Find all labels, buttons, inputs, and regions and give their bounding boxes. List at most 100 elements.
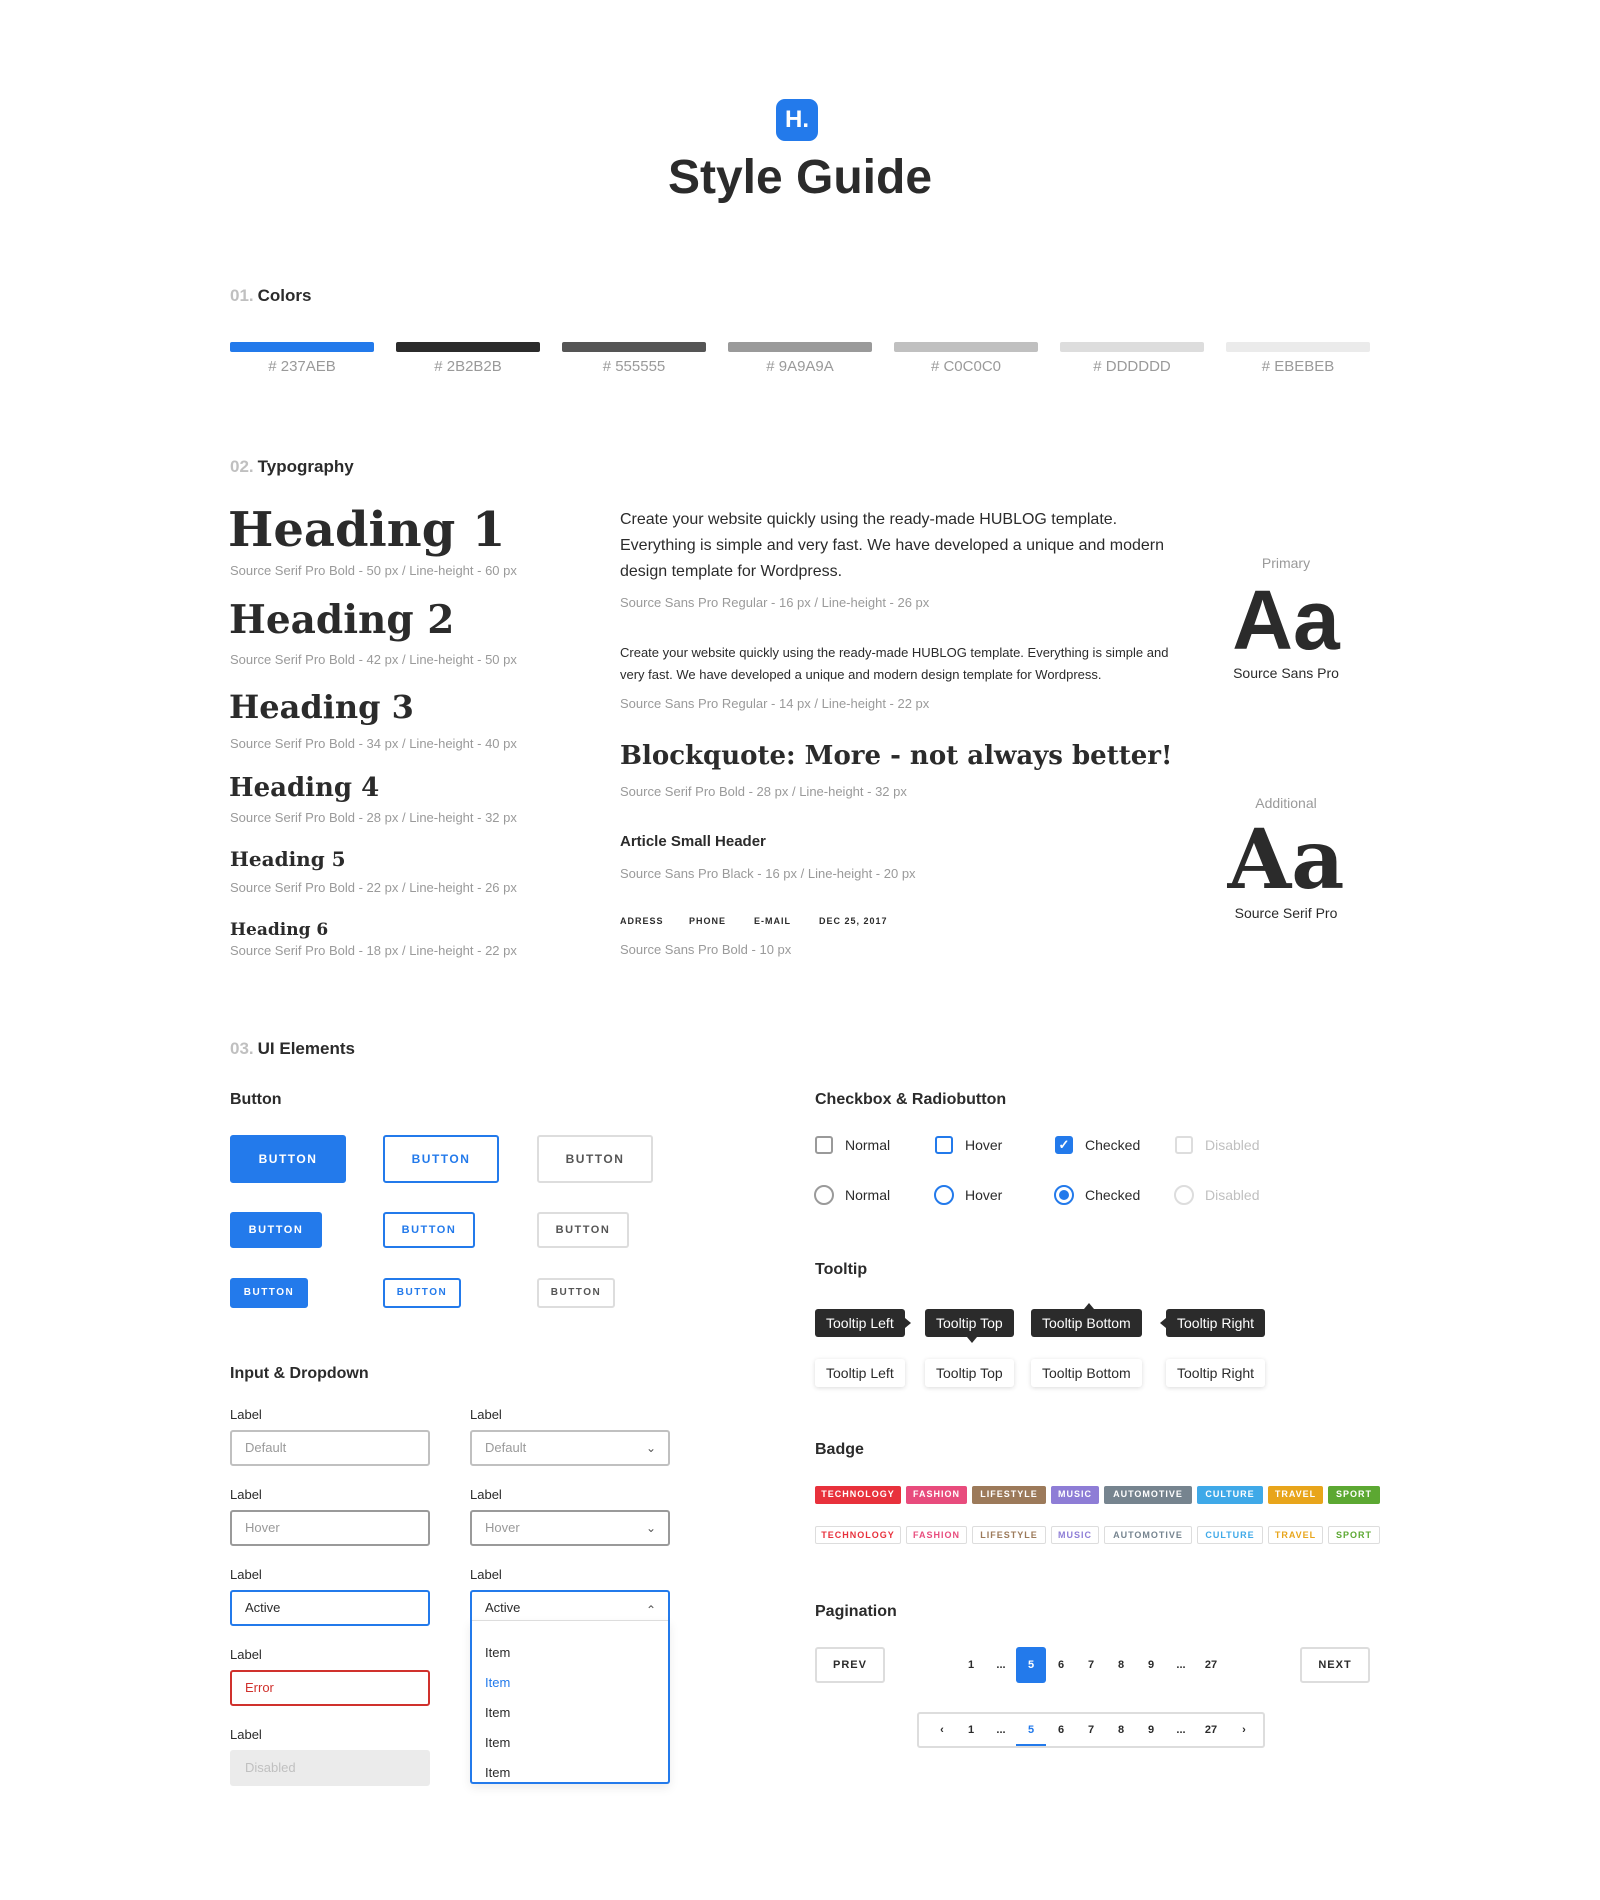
dropdown-label: Label [470, 1487, 502, 1502]
button-primary-small[interactable]: BUTTON [230, 1278, 308, 1308]
chevron-down-icon: ⌄ [645, 1521, 656, 1535]
badge-music[interactable]: MUSIC [1051, 1486, 1099, 1504]
checkbox-label: Checked [1085, 1137, 1141, 1153]
input-error[interactable]: Error [230, 1670, 430, 1706]
pagination-section-title: Pagination [815, 1603, 897, 1620]
additional-font-sample: Aa [1227, 812, 1345, 908]
dropdown-default[interactable]: Default ⌄ [470, 1430, 670, 1466]
input-default[interactable]: Default [230, 1430, 430, 1466]
pagination-page[interactable]: 27 [1196, 1647, 1226, 1683]
dropdown-item[interactable]: Item [485, 1735, 510, 1750]
checkbox-checked[interactable]: ✓ [1055, 1136, 1073, 1154]
color-swatch-label: # 9A9A9A [766, 358, 834, 375]
badge-outline-music[interactable]: MUSIC [1051, 1526, 1099, 1544]
pagination-compact-page: ... [996, 1724, 1006, 1736]
input-label: Label [230, 1727, 262, 1742]
color-swatch-label: # 237AEB [268, 358, 336, 375]
color-swatch [230, 342, 374, 352]
pagination-compact-page[interactable]: 8 [1106, 1714, 1136, 1746]
radio-checked[interactable] [1054, 1185, 1074, 1205]
chevron-right-icon[interactable]: › [1229, 1714, 1259, 1746]
dropdown-value: Default [485, 1440, 527, 1455]
heading-5-sample: Heading 5 [230, 847, 346, 871]
dropdown-value: Active [485, 1600, 521, 1615]
heading-6-meta: Source Serif Pro Bold - 18 px / Line-hei… [230, 943, 517, 958]
dropdown-label: Label [470, 1567, 502, 1582]
tooltip-right-dark: Tooltip Right [1160, 1309, 1266, 1337]
button-outline-small[interactable]: BUTTON [383, 1278, 461, 1308]
dropdown-item[interactable]: Item [485, 1645, 510, 1660]
badge-technology[interactable]: TECHNOLOGY [815, 1486, 901, 1504]
chevron-down-icon: ⌄ [645, 1441, 656, 1455]
badge-culture[interactable]: CULTURE [1197, 1486, 1263, 1504]
dropdown-item[interactable]: Item [485, 1765, 510, 1780]
radio-normal[interactable] [814, 1185, 834, 1205]
body-text-small: Create your website quickly using the re… [620, 645, 1169, 682]
badge-section-title: Badge [815, 1441, 864, 1458]
primary-font-sample: Aa [1232, 573, 1340, 667]
heading-6-sample: Heading 6 [230, 920, 329, 940]
dropdown-item[interactable]: Item [485, 1705, 510, 1720]
button-gray-medium[interactable]: BUTTON [537, 1212, 629, 1248]
color-swatch [562, 342, 706, 352]
pagination-compact-page[interactable]: 1 [956, 1714, 986, 1746]
input-active[interactable]: Active [230, 1590, 430, 1626]
pagination-page[interactable]: 1 [956, 1647, 986, 1683]
pagination-page[interactable]: 9 [1136, 1647, 1166, 1683]
tooltip-bottom-dark: Tooltip Bottom [1031, 1303, 1142, 1337]
badge-fashion[interactable]: FASHION [906, 1486, 967, 1504]
pagination-page[interactable]: 8 [1106, 1647, 1136, 1683]
badge-outline-lifestyle[interactable]: LIFESTYLE [972, 1526, 1046, 1544]
badge-outline-sport[interactable]: SPORT [1328, 1526, 1380, 1544]
badge-lifestyle[interactable]: LIFESTYLE [972, 1486, 1046, 1504]
pagination-compact-page[interactable]: 6 [1046, 1714, 1076, 1746]
color-swatch-label: # C0C0C0 [930, 358, 1002, 375]
badge-travel[interactable]: TRAVEL [1268, 1486, 1323, 1504]
input-section-title: Input & Dropdown [230, 1365, 369, 1382]
button-gray-small[interactable]: BUTTON [537, 1278, 615, 1308]
pagination-compact-page[interactable]: 9 [1136, 1714, 1166, 1746]
caps-date: DEC 25, 2017 [819, 916, 888, 926]
color-swatch [396, 342, 540, 352]
radio-disabled [1174, 1185, 1194, 1205]
checkbox-hover[interactable] [935, 1136, 953, 1154]
section-number: 03. [230, 1039, 254, 1058]
button-outline-large[interactable]: BUTTON [383, 1135, 499, 1183]
dropdown-hover[interactable]: Hover ⌄ [470, 1510, 670, 1546]
tooltip-section-title: Tooltip [815, 1261, 868, 1278]
badge-outline-fashion[interactable]: FASHION [906, 1526, 967, 1544]
button-gray-large[interactable]: BUTTON [537, 1135, 653, 1183]
color-swatch [894, 342, 1038, 352]
caps-meta: Source Sans Pro Bold - 10 px [620, 942, 792, 957]
pagination-current-page[interactable]: 5 [1016, 1647, 1046, 1683]
pagination-compact-current-page[interactable]: 5 [1016, 1714, 1046, 1746]
badge-outline-travel[interactable]: TRAVEL [1268, 1526, 1323, 1544]
badge-sport[interactable]: SPORT [1328, 1486, 1380, 1504]
badge-outline-culture[interactable]: CULTURE [1197, 1526, 1263, 1544]
badge-outline-automotive[interactable]: AUTOMOTIVE [1104, 1526, 1192, 1544]
badge-automotive[interactable]: AUTOMOTIVE [1104, 1486, 1192, 1504]
pagination-next-button[interactable]: NEXT [1300, 1647, 1370, 1683]
radio-hover[interactable] [934, 1185, 954, 1205]
pagination-compact-page[interactable]: 27 [1196, 1714, 1226, 1746]
pagination-compact-page: ... [1176, 1724, 1186, 1736]
pagination-page[interactable]: 7 [1076, 1647, 1106, 1683]
section-number: 01. [230, 286, 254, 305]
caps-email: E-MAIL [754, 916, 791, 926]
button-outline-medium[interactable]: BUTTON [383, 1212, 475, 1248]
button-primary-medium[interactable]: BUTTON [230, 1212, 322, 1248]
color-swatch-label: # 555555 [602, 358, 666, 375]
dropdown-item-hovered[interactable]: Item [485, 1675, 510, 1690]
heading-1-meta: Source Serif Pro Bold - 50 px / Line-hei… [230, 563, 517, 578]
tooltip-top-dark: Tooltip Top [925, 1309, 1014, 1343]
pagination-compact-page[interactable]: 7 [1076, 1714, 1106, 1746]
pagination-prev-button[interactable]: PREV [815, 1647, 885, 1683]
tooltip-right-light: Tooltip Right [1166, 1359, 1266, 1387]
pagination-page[interactable]: 6 [1046, 1647, 1076, 1683]
badge-outline-technology[interactable]: TECHNOLOGY [815, 1526, 901, 1544]
chevron-left-icon[interactable]: ‹ [927, 1714, 957, 1746]
input-hover[interactable]: Hover [230, 1510, 430, 1546]
blockquote-meta: Source Serif Pro Bold - 28 px / Line-hei… [620, 784, 907, 799]
button-primary-large[interactable]: BUTTON [230, 1135, 346, 1183]
checkbox-normal[interactable] [815, 1136, 833, 1154]
